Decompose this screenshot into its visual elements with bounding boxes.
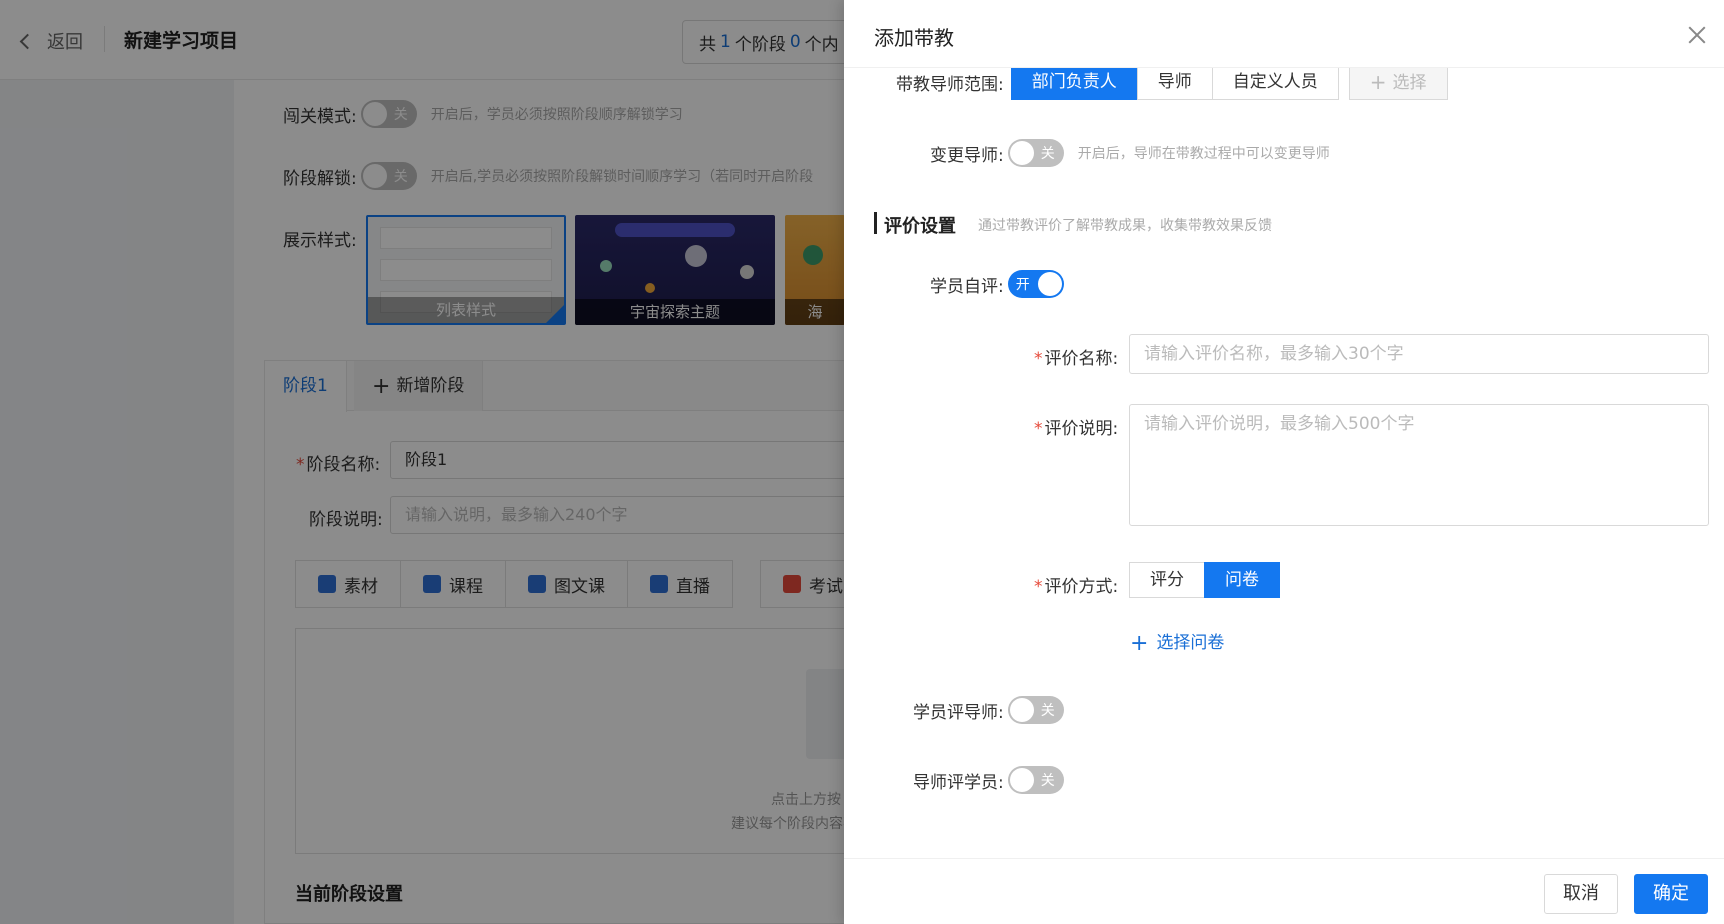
close-icon[interactable] bbox=[1686, 24, 1708, 46]
required-mark: * bbox=[1034, 419, 1043, 439]
evaluation-section-desc: 通过带教评价了解带教成果，收集带教效果反馈 bbox=[978, 218, 1272, 234]
scope-option-custom[interactable]: 自定义人员 bbox=[1211, 64, 1339, 100]
self-eval-row: 学员自评: 开 bbox=[930, 270, 1064, 298]
eval-name-input[interactable]: 请输入评价名称，最多输入30个字 bbox=[1129, 334, 1709, 374]
required-mark: * bbox=[1034, 577, 1043, 597]
mentor-rates-student-toggle[interactable]: 关 bbox=[1007, 766, 1064, 794]
select-questionnaire-link[interactable]: + 选择问卷 bbox=[1130, 628, 1224, 656]
toggle-text: 关 bbox=[1040, 703, 1055, 719]
change-mentor-label: 变更导师: bbox=[930, 145, 1004, 166]
self-eval-toggle[interactable]: 开 bbox=[1007, 270, 1064, 298]
link-label: 选择问卷 bbox=[1156, 633, 1225, 653]
select-label: 选择 bbox=[1392, 73, 1427, 93]
confirm-button[interactable]: 确定 bbox=[1634, 874, 1708, 914]
eval-method-label: * 评价方式: bbox=[1034, 572, 1118, 597]
mentor-scope-segmented: 部门负责人 导师 自定义人员 + 选择 bbox=[1010, 64, 1448, 100]
required-mark: * bbox=[1034, 349, 1043, 369]
change-mentor-row: 变更导师: 关 开启后，导师在带教过程中可以变更导师 bbox=[930, 139, 1330, 167]
label-text: 评价方式: bbox=[1044, 577, 1119, 597]
add-mentoring-drawer: 添加带教 带教导师范围: 部门负责人 导师 自定义人员 + 选择 变更导师: 关 … bbox=[844, 0, 1724, 924]
label-text: 评价名称: bbox=[1044, 349, 1119, 369]
mentor-scope-label: 带教导师范围: bbox=[896, 74, 1004, 95]
eval-method-row: * 评价方式: bbox=[1034, 572, 1118, 597]
scope-option-mentor[interactable]: 导师 bbox=[1136, 64, 1213, 100]
drawer-header: 添加带教 bbox=[844, 0, 1724, 68]
student-rates-mentor-label: 学员评导师: bbox=[913, 702, 1004, 723]
scope-option-dept-head[interactable]: 部门负责人 bbox=[1010, 64, 1138, 100]
eval-desc-row: * 评价说明: bbox=[1034, 414, 1118, 439]
mentor-scope-row: 带教导师范围: 部门负责人 导师 自定义人员 + 选择 bbox=[896, 64, 1448, 100]
drawer-title: 添加带教 bbox=[874, 26, 954, 50]
student-rates-mentor-toggle[interactable]: 关 bbox=[1007, 696, 1064, 724]
student-rates-mentor-row: 学员评导师: 关 bbox=[913, 696, 1064, 724]
eval-desc-label: * 评价说明: bbox=[1034, 414, 1118, 439]
cancel-button[interactable]: 取消 bbox=[1544, 874, 1618, 914]
self-eval-label: 学员自评: bbox=[930, 276, 1004, 297]
eval-method-segmented: 评分 问卷 bbox=[1129, 562, 1280, 598]
toggle-text: 开 bbox=[1015, 277, 1030, 293]
toggle-knob bbox=[1009, 141, 1034, 165]
toggle-knob bbox=[1037, 272, 1062, 296]
eval-name-row: * 评价名称: bbox=[1034, 344, 1118, 369]
method-option-score[interactable]: 评分 bbox=[1129, 562, 1205, 598]
toggle-knob bbox=[1009, 768, 1034, 792]
method-option-questionnaire[interactable]: 问卷 bbox=[1204, 562, 1280, 598]
toggle-knob bbox=[1009, 698, 1034, 722]
plus-icon: + bbox=[1130, 631, 1149, 656]
drawer-footer: 取消 确定 bbox=[844, 858, 1724, 924]
toggle-text: 关 bbox=[1040, 773, 1055, 789]
eval-name-label: * 评价名称: bbox=[1034, 344, 1118, 369]
change-mentor-hint: 开启后，导师在带教过程中可以变更导师 bbox=[1077, 146, 1330, 162]
select-people-button[interactable]: + 选择 bbox=[1348, 64, 1448, 100]
change-mentor-toggle[interactable]: 关 bbox=[1007, 139, 1064, 167]
eval-desc-textarea[interactable]: 请输入评价说明，最多输入500个字 bbox=[1129, 404, 1709, 526]
evaluation-section-title: 评价设置 bbox=[884, 216, 956, 237]
mentor-rates-student-row: 导师评学员: 关 bbox=[913, 766, 1064, 794]
toggle-text: 关 bbox=[1040, 146, 1055, 162]
section-marker bbox=[874, 212, 877, 234]
plus-icon: + bbox=[1369, 70, 1387, 94]
mentor-rates-student-label: 导师评学员: bbox=[913, 772, 1004, 793]
label-text: 评价说明: bbox=[1044, 419, 1119, 439]
